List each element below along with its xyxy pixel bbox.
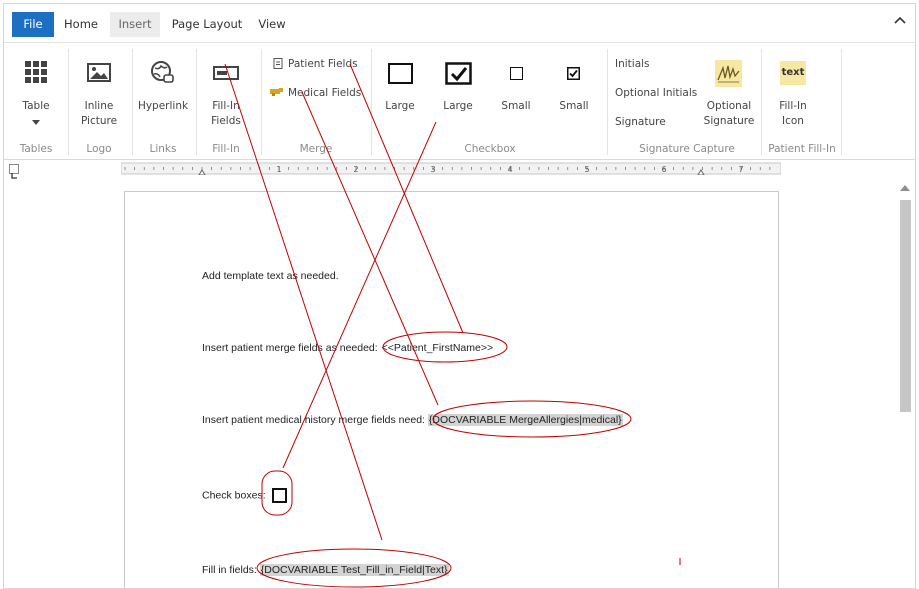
scroll-up-icon[interactable] — [900, 185, 910, 191]
tab-home[interactable]: Home — [58, 12, 104, 37]
group-divider — [196, 49, 197, 155]
group-label-signature-capture: Signature Capture — [639, 143, 735, 155]
group-label-logo: Logo — [86, 143, 112, 155]
small-checkbox-checked-label: Small — [559, 100, 589, 112]
scrollbar-thumb[interactable] — [900, 200, 911, 412]
ruler-number: 1 — [276, 165, 281, 174]
optional-signature-label-2: Signature — [703, 115, 755, 127]
small-checkbox-empty-icon — [510, 67, 523, 80]
hyperlink-label: Hyperlink — [137, 100, 189, 112]
medical-merge-line: Insert patient medical history merge fie… — [202, 414, 623, 426]
large-checkbox-checked-label: Large — [443, 100, 473, 112]
group-label-links: Links — [149, 143, 177, 155]
table-icon — [25, 61, 47, 83]
large-checkbox-empty-label: Large — [385, 100, 415, 112]
patient-merge-label: Insert patient merge fields as needed: — [202, 342, 381, 354]
small-checkbox-checked-icon — [567, 67, 580, 80]
medical-fields-label: Medical Fields — [288, 87, 362, 99]
patient-first-name-field[interactable]: <<Patient_FirstName>> — [381, 342, 494, 354]
signature-button[interactable]: Signature — [615, 115, 666, 129]
fill-in-icon-label-1: Fill-In — [779, 100, 807, 112]
ruler-number: 7 — [738, 165, 743, 174]
fill-in-label: Fill in fields: — [202, 564, 260, 576]
optional-signature-label-1: Optional — [706, 100, 752, 112]
dropdown-arrow-icon — [32, 120, 40, 125]
hyperlink-icon — [151, 61, 174, 83]
group-divider — [841, 49, 842, 155]
ruler-number: 4 — [507, 165, 512, 174]
document-fields-icon — [273, 58, 283, 69]
ribbon-tab-bar: File Home Insert Page Layout View — [4, 4, 915, 42]
document-checkbox[interactable] — [271, 488, 287, 503]
medical-fields-icon — [270, 88, 283, 96]
tab-file[interactable]: File — [12, 12, 54, 37]
medical-merge-label: Insert patient medical history merge fie… — [202, 414, 428, 426]
group-divider — [607, 49, 608, 155]
table-label: Table — [22, 100, 50, 112]
small-checkbox-empty-label: Small — [501, 100, 531, 112]
fill-in-fields-label-1: Fill-In — [212, 100, 240, 112]
inline-picture-label-1: Inline — [84, 100, 114, 112]
document-area: Add template text as needed. Insert pati… — [4, 179, 915, 588]
picture-icon — [87, 63, 111, 82]
checkbox-line: Check boxes: — [202, 488, 287, 503]
fill-in-line: Fill in fields: {DOCVARIABLE Test_Fill_i… — [202, 564, 449, 576]
patient-merge-line: Insert patient merge fields as needed: <… — [202, 342, 494, 354]
optional-initials-button[interactable]: Optional Initials — [615, 86, 697, 100]
inline-picture-label-2: Picture — [80, 115, 118, 127]
text-field-icon — [213, 66, 239, 80]
document-page[interactable]: Add template text as needed. Insert pati… — [124, 191, 779, 588]
group-divider — [68, 49, 69, 155]
group-divider — [371, 49, 372, 155]
merge-allergies-field[interactable]: {DOCVARIABLE MergeAllergies|medical} — [427, 414, 623, 426]
ruler-number: 6 — [661, 165, 666, 174]
group-divider — [261, 49, 262, 155]
checkbox-label: Check boxes: — [202, 489, 269, 502]
tab-stop-selector[interactable] — [9, 164, 19, 179]
group-label-patient-fill-in: Patient Fill-In — [768, 143, 836, 155]
tab-view[interactable]: View — [253, 12, 291, 37]
ruler-number: 2 — [353, 165, 358, 174]
fill-in-icon-label-2: Icon — [782, 115, 804, 127]
vertical-scrollbar[interactable] — [897, 179, 913, 588]
patient-fields-label: Patient Fields — [288, 58, 358, 70]
ruler-row: 1 2 3 4 5 6 7 — [4, 161, 915, 179]
group-label-tables: Tables — [19, 143, 53, 155]
ruler-number: 3 — [430, 165, 435, 174]
tab-insert[interactable]: Insert — [110, 12, 160, 37]
ribbon-insert: Table Tables Inline Picture Logo Hyperli… — [4, 42, 915, 160]
collapse-ribbon-icon[interactable] — [893, 13, 907, 27]
initials-button[interactable]: Initials — [615, 57, 650, 71]
ruler-number: 5 — [584, 165, 589, 174]
text-fill-in-icon: text — [780, 61, 806, 85]
tab-page-layout[interactable]: Page Layout — [169, 12, 245, 37]
group-divider — [761, 49, 762, 155]
fill-in-fields-label-2: Fields — [211, 115, 241, 127]
editor-window: File Home Insert Page Layout View Table … — [3, 3, 916, 589]
horizontal-ruler[interactable]: 1 2 3 4 5 6 7 — [121, 162, 781, 175]
group-label-fill-in: Fill-In — [212, 143, 240, 155]
test-fill-in-field[interactable]: {DOCVARIABLE Test_Fill_in_Field|Text} — [259, 564, 449, 576]
signature-icon — [715, 60, 742, 87]
ruler-background — [121, 162, 781, 175]
large-checkbox-checked-icon — [445, 62, 472, 85]
group-label-merge: Merge — [299, 143, 333, 155]
group-divider — [132, 49, 133, 155]
large-checkbox-empty-icon — [388, 63, 413, 84]
group-label-checkbox: Checkbox — [464, 143, 516, 155]
template-text-line: Add template text as needed. — [202, 270, 339, 282]
